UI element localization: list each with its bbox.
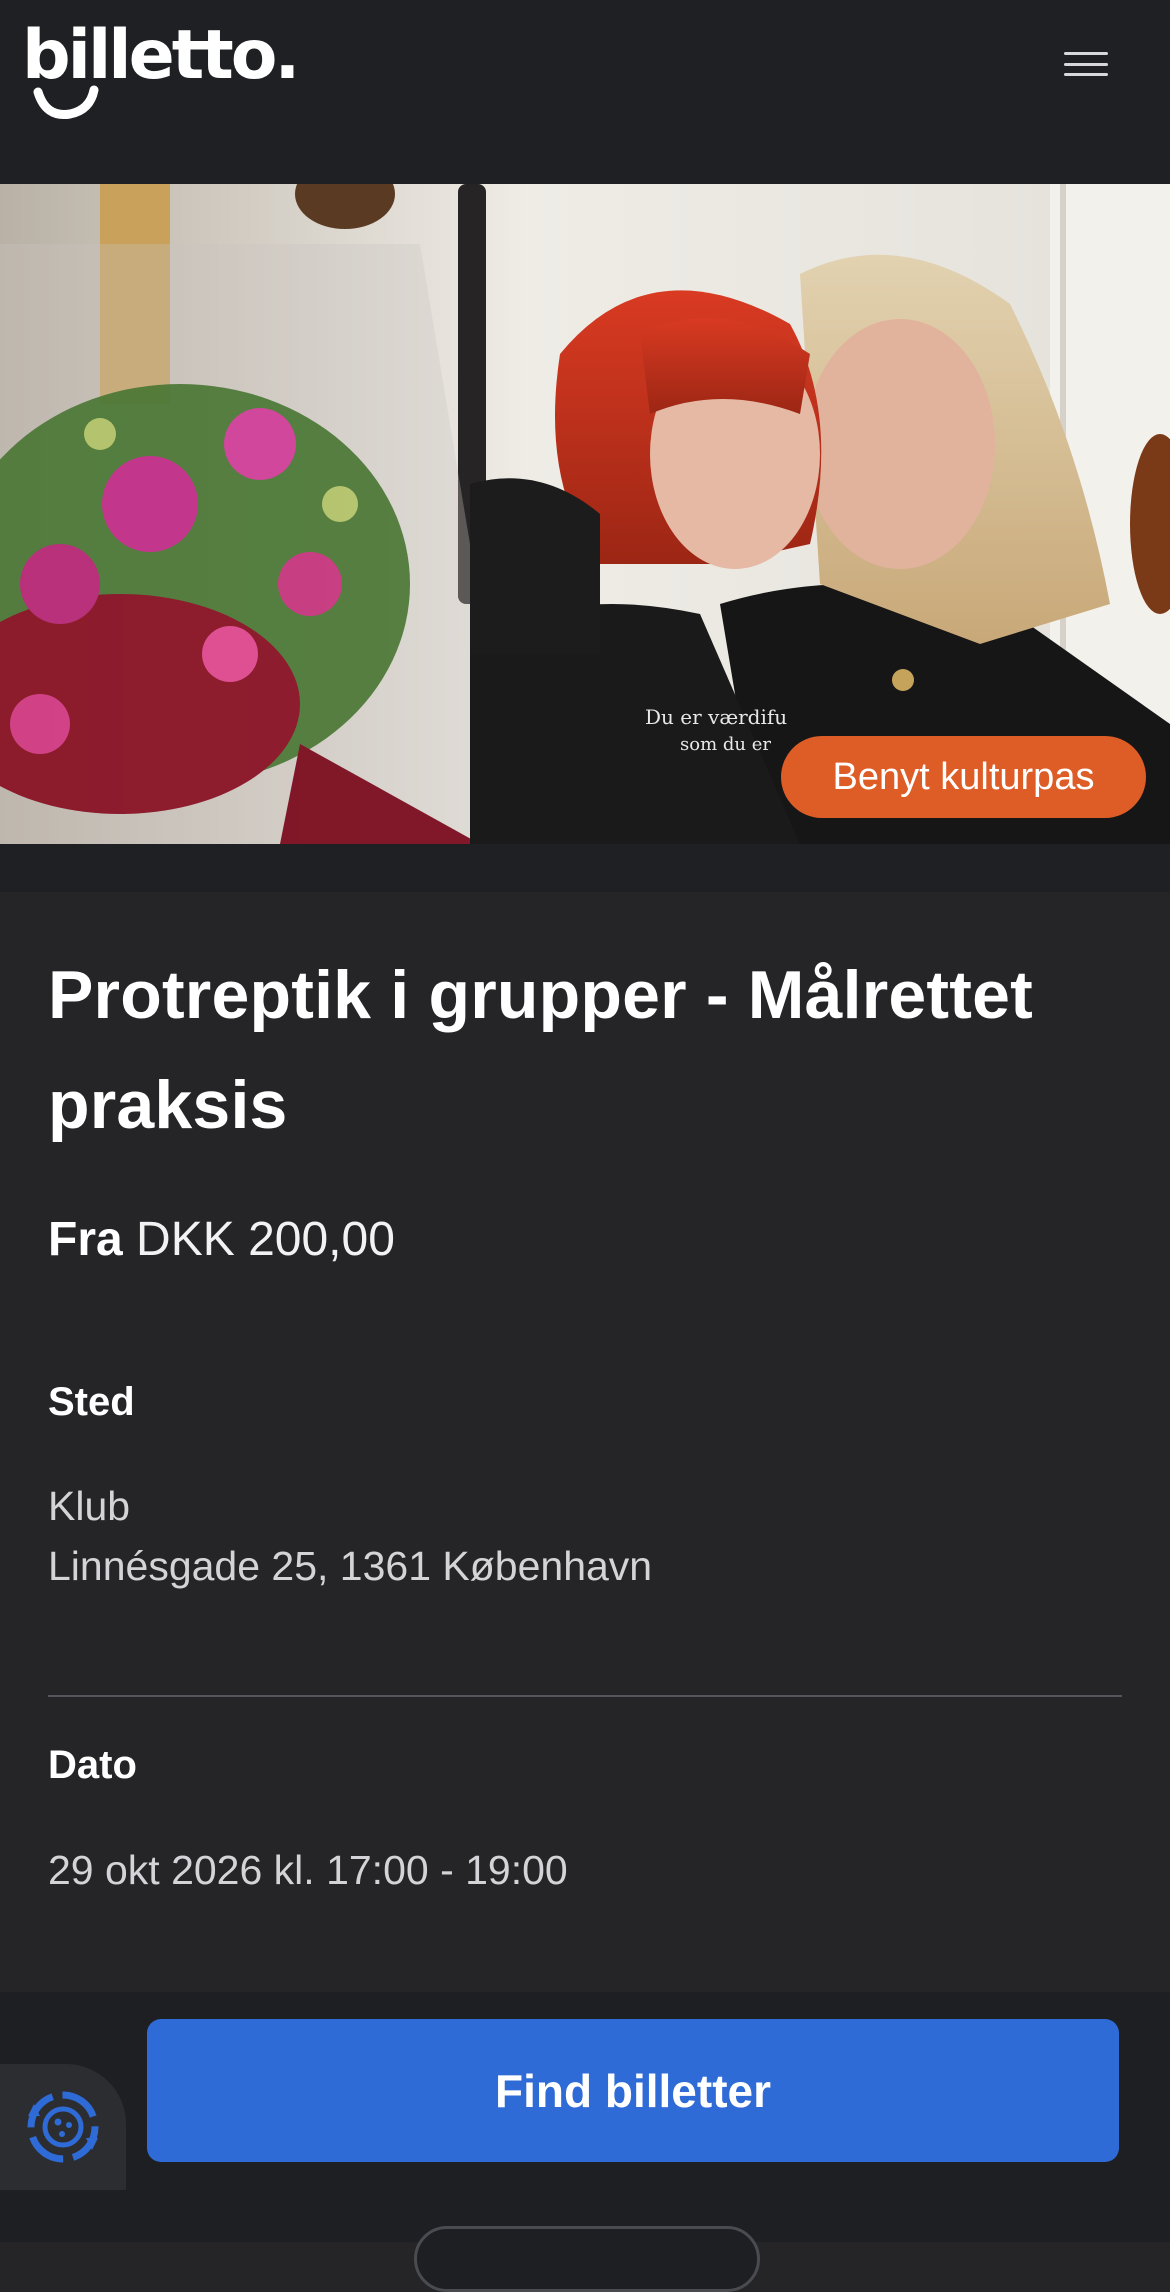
hoodie-text-2: som du er [680,734,771,755]
date-value: 29 okt 2026 kl. 17:00 - 19:00 [48,1847,568,1893]
kulturpas-badge[interactable]: Benyt kulturpas [781,736,1146,818]
find-tickets-button[interactable]: Find billetter [147,2019,1119,2162]
divider [48,1695,1122,1697]
venue-address[interactable]: Linnésgade 25, 1361 København [48,1536,652,1596]
event-title: Protreptik i grupper - Målrettet praksis [48,957,1033,1143]
section-divider-band [0,844,1170,892]
floating-pill[interactable] [414,2226,760,2292]
cookie-settings-icon[interactable] [0,2064,126,2190]
venue-label: Sted [48,1380,135,1424]
logo-text: billetto. [22,16,297,95]
venue-name: Klub [48,1483,131,1529]
price-value: DKK 200,00 [136,1213,395,1266]
hamburger-menu-icon[interactable] [1060,44,1112,84]
billetto-logo[interactable]: billetto. [20,14,300,120]
date-label: Dato [48,1743,137,1787]
price-prefix: Fra [48,1213,123,1266]
site-header: billetto. [0,0,1170,184]
hoodie-text-1: Du er værdifu [645,705,787,729]
event-price: Fra DKK 200,00 [48,1212,395,1267]
